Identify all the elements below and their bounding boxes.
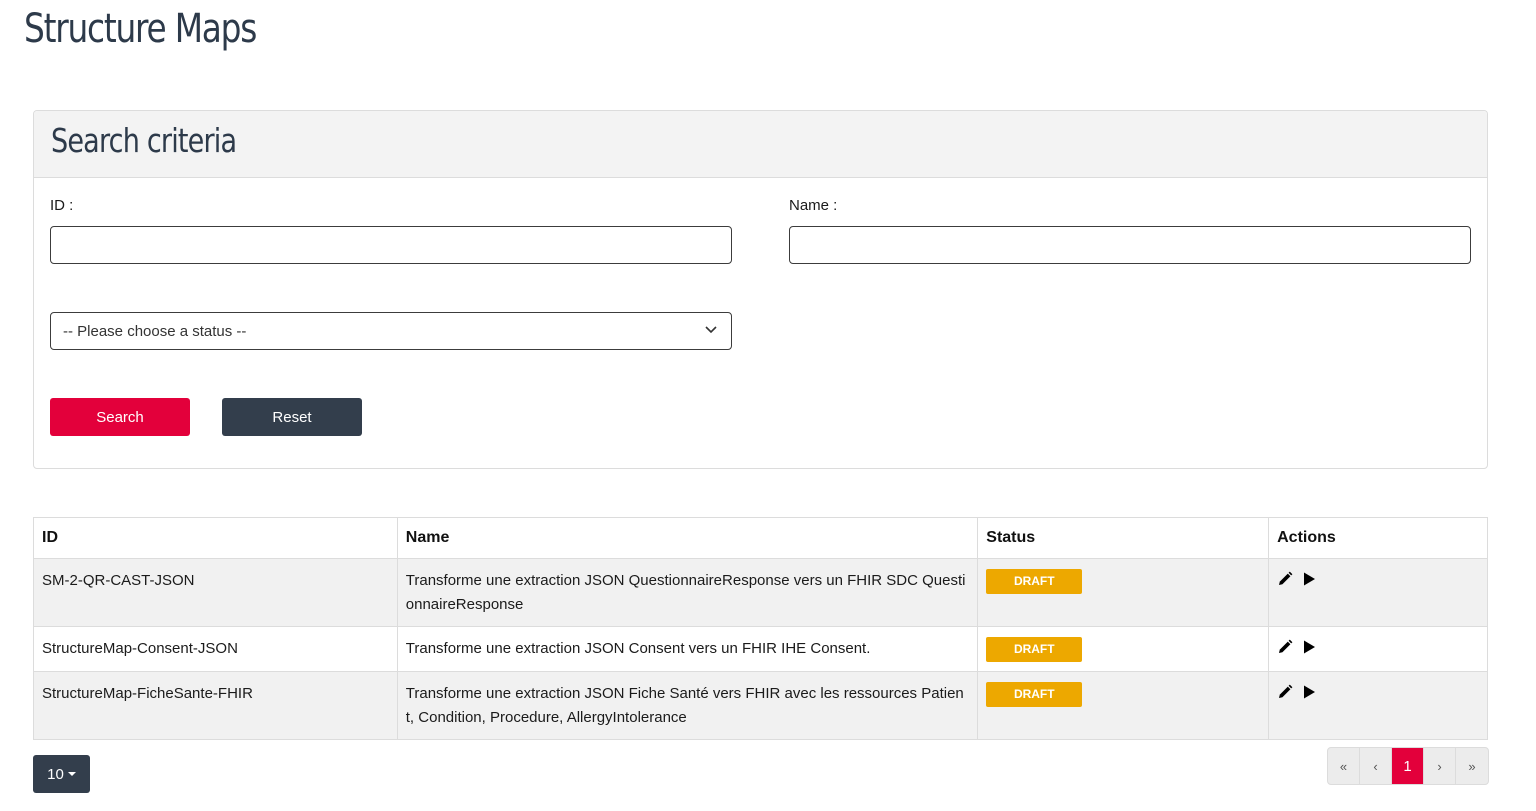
cell-status: DRAFT — [977, 558, 1270, 627]
header-actions: Actions — [1268, 517, 1488, 559]
table-header-row: ID Name Status Actions — [33, 517, 1488, 559]
next-page-button[interactable]: › — [1424, 748, 1456, 784]
cell-id: StructureMap-FicheSante-FHIR — [33, 671, 398, 740]
header-name[interactable]: Name — [396, 517, 979, 559]
header-id[interactable]: ID — [33, 517, 398, 559]
cell-status: DRAFT — [977, 626, 1270, 672]
cell-id: SM-2-QR-CAST-JSON — [33, 558, 398, 627]
cell-actions — [1268, 671, 1488, 740]
cell-status: DRAFT — [977, 671, 1270, 740]
panel-header: Search criteria — [34, 111, 1487, 178]
reset-button[interactable]: Reset — [222, 398, 362, 436]
cell-actions — [1268, 626, 1488, 672]
header-status[interactable]: Status — [977, 517, 1270, 559]
cell-id: StructureMap-Consent-JSON — [33, 626, 398, 672]
name-label: Name : — [789, 197, 838, 214]
page-size-value: 10 — [47, 765, 64, 783]
pencil-icon[interactable] — [1277, 684, 1293, 700]
table-row: StructureMap-FicheSante-FHIR Transforme … — [33, 671, 1488, 740]
pencil-icon[interactable] — [1277, 639, 1293, 655]
search-button[interactable]: Search — [50, 398, 190, 436]
table-row: StructureMap-Consent-JSON Transforme une… — [33, 626, 1488, 672]
play-icon[interactable] — [1301, 639, 1317, 655]
first-page-button[interactable]: « — [1328, 748, 1360, 784]
results-table: ID Name Status Actions SM-2-QR-CAST-JSON… — [33, 517, 1488, 740]
row-name-text: Transforme une extraction JSON Questionn… — [405, 572, 966, 613]
page-1-button[interactable]: 1 — [1392, 748, 1424, 784]
pencil-icon[interactable] — [1277, 571, 1293, 587]
play-icon[interactable] — [1301, 571, 1317, 587]
status-select[interactable]: -- Please choose a status -- — [50, 312, 732, 350]
row-name-text: Transforme une extraction JSON Consent v… — [405, 640, 871, 657]
cell-name: Transforme une extraction JSON Fiche San… — [396, 671, 979, 740]
pagination: « ‹ 1 › » — [1327, 747, 1489, 785]
cell-actions — [1268, 558, 1488, 627]
caret-down-icon — [67, 772, 76, 776]
chevron-down-icon — [705, 326, 717, 334]
status-select-value: -- Please choose a status -- — [63, 323, 247, 340]
status-badge: DRAFT — [986, 682, 1083, 707]
status-badge: DRAFT — [986, 569, 1083, 594]
id-label: ID : — [50, 197, 74, 214]
status-badge: DRAFT — [986, 637, 1083, 662]
cell-name: Transforme une extraction JSON Questionn… — [396, 558, 979, 627]
panel-title: Search criteria — [51, 121, 237, 160]
row-name-text: Transforme une extraction JSON Fiche San… — [405, 685, 964, 726]
table-row: SM-2-QR-CAST-JSON Transforme une extract… — [33, 558, 1488, 627]
prev-page-button[interactable]: ‹ — [1360, 748, 1392, 784]
page-size-dropdown[interactable]: 10 — [33, 755, 90, 793]
search-criteria-panel: Search criteria ID : Name : -- Please ch… — [33, 110, 1488, 469]
play-icon[interactable] — [1301, 684, 1317, 700]
cell-name: Transforme une extraction JSON Consent v… — [396, 626, 979, 672]
last-page-button[interactable]: » — [1456, 748, 1488, 784]
page-title: Structure Maps — [24, 6, 257, 52]
id-input[interactable] — [50, 226, 732, 264]
name-input[interactable] — [789, 226, 1471, 264]
